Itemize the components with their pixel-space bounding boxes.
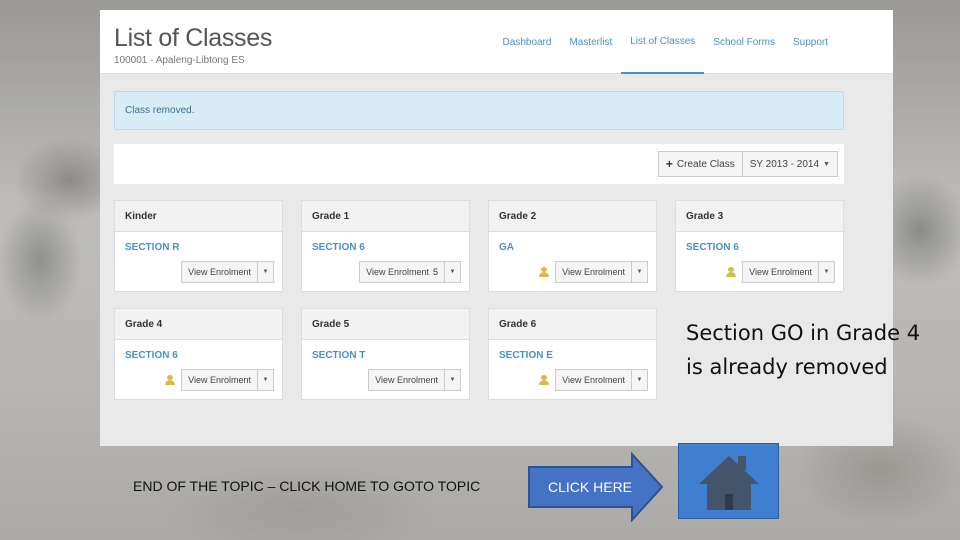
- class-card: Grade 4 SECTION 6 View Enrolment ▼: [114, 308, 283, 400]
- view-enrolment-button[interactable]: View Enrolment: [181, 261, 258, 283]
- alert-message: Class removed.: [114, 91, 844, 130]
- page-title: List of Classes: [114, 24, 273, 52]
- card-footer: View Enrolment ▼: [539, 369, 648, 391]
- view-enrolment-split-button: View Enrolment ▼: [181, 369, 274, 391]
- plus-icon: +: [665, 157, 673, 171]
- section-link[interactable]: SECTION T: [302, 340, 469, 361]
- card-footer: View Enrolment ▼: [726, 261, 835, 283]
- class-card: Kinder SECTION R View Enrolment ▼: [114, 200, 283, 292]
- caret-down-icon[interactable]: ▼: [632, 261, 648, 283]
- slide-annotation: Section GO in Grade 4 is already removed: [686, 321, 921, 379]
- view-enrolment-button[interactable]: View Enrolment: [555, 261, 632, 283]
- view-enrolment-label: View Enrolment: [562, 267, 625, 277]
- caret-down-icon[interactable]: ▼: [258, 261, 274, 283]
- card-footer: View Enrolment ▼: [181, 261, 274, 283]
- caret-down-icon[interactable]: ▼: [632, 369, 648, 391]
- toolbar-buttons: + Create Class SY 2013 - 2014 ▼: [657, 151, 838, 177]
- slide-footer-text: END OF THE TOPIC – CLICK HOME TO GOTO TO…: [133, 478, 481, 494]
- view-enrolment-split-button: View Enrolment ▼: [368, 369, 461, 391]
- user-icon: [726, 267, 737, 277]
- card-grade: Grade 4: [115, 309, 282, 340]
- class-card: Grade 2 GA View Enrolment ▼: [488, 200, 657, 292]
- section-link[interactable]: SECTION R: [115, 232, 282, 253]
- view-enrolment-button[interactable]: View Enrolment: [368, 369, 445, 391]
- view-enrolment-label: View Enrolment: [188, 267, 251, 277]
- view-enrolment-label: View Enrolment: [188, 375, 251, 385]
- view-enrolment-label: View Enrolment: [366, 267, 429, 277]
- nav-dashboard[interactable]: Dashboard: [494, 10, 561, 74]
- card-grade: Grade 1: [302, 201, 469, 232]
- home-button[interactable]: [678, 443, 779, 519]
- create-class-label: Create Class: [676, 158, 735, 170]
- card-footer: View Enrolment ▼: [368, 369, 461, 391]
- view-enrolment-label: View Enrolment: [749, 267, 812, 277]
- click-here-arrow-button[interactable]: CLICK HERE: [528, 452, 664, 522]
- card-footer: View Enrolment ▼: [165, 369, 274, 391]
- section-link[interactable]: GA: [489, 232, 656, 253]
- card-footer: View Enrolment 5 ▼: [359, 261, 461, 283]
- create-class-button[interactable]: + Create Class: [657, 151, 743, 177]
- caret-down-icon[interactable]: ▼: [819, 261, 835, 283]
- user-icon: [539, 267, 550, 277]
- user-icon: [165, 375, 176, 385]
- nav-masterlist[interactable]: Masterlist: [560, 10, 621, 74]
- view-enrolment-button[interactable]: View Enrolment 5: [359, 261, 445, 283]
- main-nav: Dashboard Masterlist List of Classes Sch…: [494, 10, 837, 74]
- caret-down-icon: ▼: [823, 160, 830, 168]
- view-enrolment-button[interactable]: View Enrolment: [742, 261, 819, 283]
- nav-support[interactable]: Support: [784, 10, 837, 74]
- nav-school-forms[interactable]: School Forms: [704, 10, 784, 74]
- caret-down-icon[interactable]: ▼: [258, 369, 274, 391]
- caret-down-icon[interactable]: ▼: [445, 369, 461, 391]
- card-footer: View Enrolment ▼: [539, 261, 648, 283]
- enrolment-count: 5: [432, 267, 438, 277]
- class-card: Grade 3 SECTION 6 View Enrolment ▼: [675, 200, 844, 292]
- card-grade: Kinder: [115, 201, 282, 232]
- click-here-label: CLICK HERE: [548, 479, 633, 495]
- view-enrolment-button[interactable]: View Enrolment: [181, 369, 258, 391]
- view-enrolment-split-button: View Enrolment ▼: [555, 261, 648, 283]
- class-card: Grade 1 SECTION 6 View Enrolment 5 ▼: [301, 200, 470, 292]
- view-enrolment-label: View Enrolment: [562, 375, 625, 385]
- section-link[interactable]: SECTION 6: [115, 340, 282, 361]
- view-enrolment-split-button: View Enrolment ▼: [742, 261, 835, 283]
- section-link[interactable]: SECTION 6: [676, 232, 843, 253]
- school-year-value: SY 2013 - 2014: [749, 158, 820, 170]
- school-year-dropdown[interactable]: SY 2013 - 2014 ▼: [742, 151, 838, 177]
- header-bar: List of Classes 100001 - Apaleng-Libtong…: [100, 10, 893, 74]
- view-enrolment-split-button: View Enrolment 5 ▼: [359, 261, 461, 283]
- card-grade: Grade 6: [489, 309, 656, 340]
- school-name: 100001 - Apaleng-Libtong ES: [114, 55, 245, 66]
- view-enrolment-button[interactable]: View Enrolment: [555, 369, 632, 391]
- view-enrolment-split-button: View Enrolment ▼: [555, 369, 648, 391]
- section-link[interactable]: SECTION 6: [302, 232, 469, 253]
- card-grade: Grade 2: [489, 201, 656, 232]
- toolbar: + Create Class SY 2013 - 2014 ▼: [114, 144, 844, 184]
- home-icon: [699, 456, 759, 510]
- class-card: Grade 6 SECTION E View Enrolment ▼: [488, 308, 657, 400]
- section-link[interactable]: SECTION E: [489, 340, 656, 361]
- caret-down-icon[interactable]: ▼: [445, 261, 461, 283]
- view-enrolment-label: View Enrolment: [375, 375, 438, 385]
- class-card: Grade 5 SECTION T View Enrolment ▼: [301, 308, 470, 400]
- card-grade: Grade 3: [676, 201, 843, 232]
- view-enrolment-split-button: View Enrolment ▼: [181, 261, 274, 283]
- user-icon: [539, 375, 550, 385]
- card-grade: Grade 5: [302, 309, 469, 340]
- nav-list-of-classes[interactable]: List of Classes: [621, 10, 705, 74]
